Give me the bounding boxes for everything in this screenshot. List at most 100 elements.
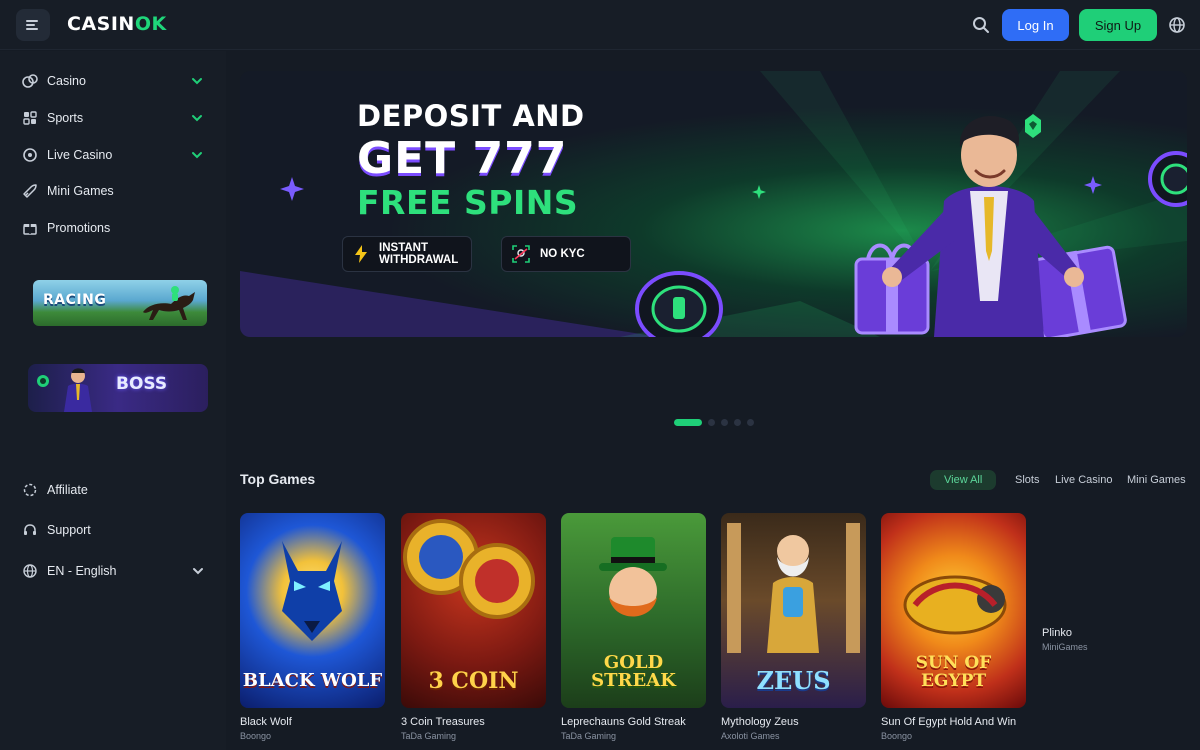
boss-club-promo-banner[interactable]: BOSS xyxy=(28,364,208,412)
globe-icon[interactable] xyxy=(1167,15,1187,35)
game-name: Plinko xyxy=(1042,627,1072,639)
game-art-title: 3 COIN xyxy=(428,668,519,694)
game-art-title: GOLD STREAK xyxy=(591,652,676,691)
hero-banner[interactable]: DEPOSIT AND GET 777 FREE SPINS INSTANT W… xyxy=(240,71,1187,337)
casino-chips-icon xyxy=(22,73,38,89)
casino-chip-icon xyxy=(635,271,723,337)
lightning-icon xyxy=(353,245,369,263)
game-card[interactable]: BLACK WOLF Black Wolf Boongo xyxy=(240,513,385,741)
sidebar-item-label: Casino xyxy=(47,74,86,88)
carousel-dot[interactable] xyxy=(721,418,728,426)
game-card[interactable]: 3 COIN 3 Coin Treasures TaDa Gaming xyxy=(401,513,546,741)
sidebar-item-live-casino[interactable]: Live Casino xyxy=(0,138,226,172)
carousel-dot[interactable] xyxy=(747,418,754,426)
carousel-pagination xyxy=(674,418,754,426)
game-thumbnail[interactable]: BLACK WOLF xyxy=(240,513,385,708)
sidebar-support[interactable]: Support xyxy=(22,520,91,540)
menu-toggle-button[interactable] xyxy=(16,9,50,41)
gold-coins-illustration xyxy=(403,519,535,619)
game-name: Sun Of Egypt Hold And Win xyxy=(881,716,1017,728)
game-card[interactable]: ZEUS Mythology Zeus Axoloti Games xyxy=(721,513,866,741)
game-thumbnail[interactable]: SUN OF EGYPT xyxy=(881,513,1026,708)
chip-label: NO KYC xyxy=(540,248,585,260)
filter-mini-games[interactable]: Mini Games xyxy=(1127,470,1186,490)
carousel-dot[interactable] xyxy=(708,418,715,426)
banner-headline-2: GET 777 xyxy=(357,133,568,184)
sidebar-item-mini-games[interactable]: Mini Games xyxy=(0,174,226,208)
hamburger-icon xyxy=(26,20,38,30)
game-thumbnail[interactable]: ZEUS xyxy=(721,513,866,708)
sidebar-item-sports[interactable]: Sports xyxy=(0,101,226,135)
site-logo[interactable]: CASINOK xyxy=(67,13,167,35)
promo-label: BOSS xyxy=(116,374,168,394)
chevron-down-icon[interactable] xyxy=(191,149,203,161)
language-selector[interactable]: EN - English xyxy=(22,561,212,581)
sidebar-item-label: Sports xyxy=(47,111,84,125)
login-button[interactable]: Log In xyxy=(1002,9,1069,41)
carousel-dot-active[interactable] xyxy=(674,418,702,426)
wolf-illustration xyxy=(282,541,342,641)
sidebar-item-label: Promotions xyxy=(47,221,111,235)
top-header: CASINOK Log In Sign Up xyxy=(0,0,1200,50)
support-label: Support xyxy=(47,523,91,537)
casino-chip-icon xyxy=(1148,151,1187,207)
horse-rider-icon xyxy=(143,286,195,320)
live-casino-icon xyxy=(22,147,38,163)
signup-button[interactable]: Sign Up xyxy=(1079,9,1157,41)
filter-live-casino[interactable]: Live Casino xyxy=(1055,470,1112,490)
globe-icon xyxy=(22,563,38,579)
gift-icon xyxy=(22,220,38,236)
section-title: Top Games xyxy=(240,471,316,487)
game-name: Mythology Zeus xyxy=(721,716,799,728)
boss-character-icon xyxy=(64,368,92,412)
game-provider: Boongo xyxy=(881,731,913,741)
leprechaun-illustration xyxy=(599,537,667,617)
carousel-dot[interactable] xyxy=(734,418,741,426)
chevron-down-icon[interactable] xyxy=(191,112,203,124)
game-art-title: SUN OF EGYPT xyxy=(915,653,992,691)
game-card[interactable]: SUN OF EGYPT Sun Of Egypt Hold And Win B… xyxy=(881,513,1026,741)
sidebar: Casino Sports Live Casino Mini Games Pro… xyxy=(0,51,226,750)
racing-promo-banner[interactable]: RACING xyxy=(33,280,207,326)
no-kyc-badge: NO KYC xyxy=(501,236,631,272)
sparkle-icon xyxy=(280,177,304,201)
chip-icon xyxy=(37,375,49,387)
game-card[interactable]: GOLD STREAK Leprechauns Gold Streak TaDa… xyxy=(561,513,706,741)
game-card-plinko[interactable]: Plinko MiniGames xyxy=(1042,627,1088,652)
zeus-illustration xyxy=(727,523,860,653)
game-provider: TaDa Gaming xyxy=(561,731,617,741)
game-thumbnail[interactable]: 3 COIN xyxy=(401,513,546,708)
game-name: 3 Coin Treasures xyxy=(401,716,485,728)
sidebar-item-label: Mini Games xyxy=(47,184,114,198)
game-provider: Axoloti Games xyxy=(721,731,780,741)
game-name: Leprechauns Gold Streak xyxy=(561,716,686,728)
affiliate-label: Affiliate xyxy=(47,483,88,497)
businessman-character-illustration xyxy=(854,116,1127,337)
game-provider: TaDa Gaming xyxy=(401,731,457,741)
sparkle-icon xyxy=(752,185,766,199)
search-icon[interactable] xyxy=(971,15,991,35)
game-art-title: BLACK WOLF xyxy=(242,670,383,691)
sidebar-item-promotions[interactable]: Promotions xyxy=(0,211,226,245)
language-label: EN - English xyxy=(47,564,117,578)
game-provider: MiniGames xyxy=(1042,642,1088,652)
scarab-illustration xyxy=(903,575,1007,635)
game-name: Black Wolf xyxy=(240,716,292,728)
promo-label: RACING xyxy=(43,292,107,308)
face-scan-icon xyxy=(512,245,530,263)
sidebar-affiliate[interactable]: Affiliate xyxy=(22,480,88,500)
game-art-title: ZEUS xyxy=(756,666,831,695)
chip-label: INSTANT WITHDRAWAL xyxy=(379,242,459,266)
headset-icon xyxy=(22,522,38,538)
instant-withdrawal-badge: INSTANT WITHDRAWAL xyxy=(342,236,472,272)
filter-view-all[interactable]: View All xyxy=(930,470,997,490)
chevron-down-icon[interactable] xyxy=(191,75,203,87)
sidebar-item-label: Live Casino xyxy=(47,148,113,162)
game-provider: Boongo xyxy=(240,731,272,741)
filter-slots[interactable]: Slots xyxy=(1015,470,1039,490)
banner-headline-1: DEPOSIT AND xyxy=(357,99,585,133)
sidebar-item-casino[interactable]: Casino xyxy=(0,64,226,98)
banner-headline-3: FREE SPINS xyxy=(357,183,579,222)
game-thumbnail[interactable]: GOLD STREAK xyxy=(561,513,706,708)
rocket-icon xyxy=(22,183,38,199)
